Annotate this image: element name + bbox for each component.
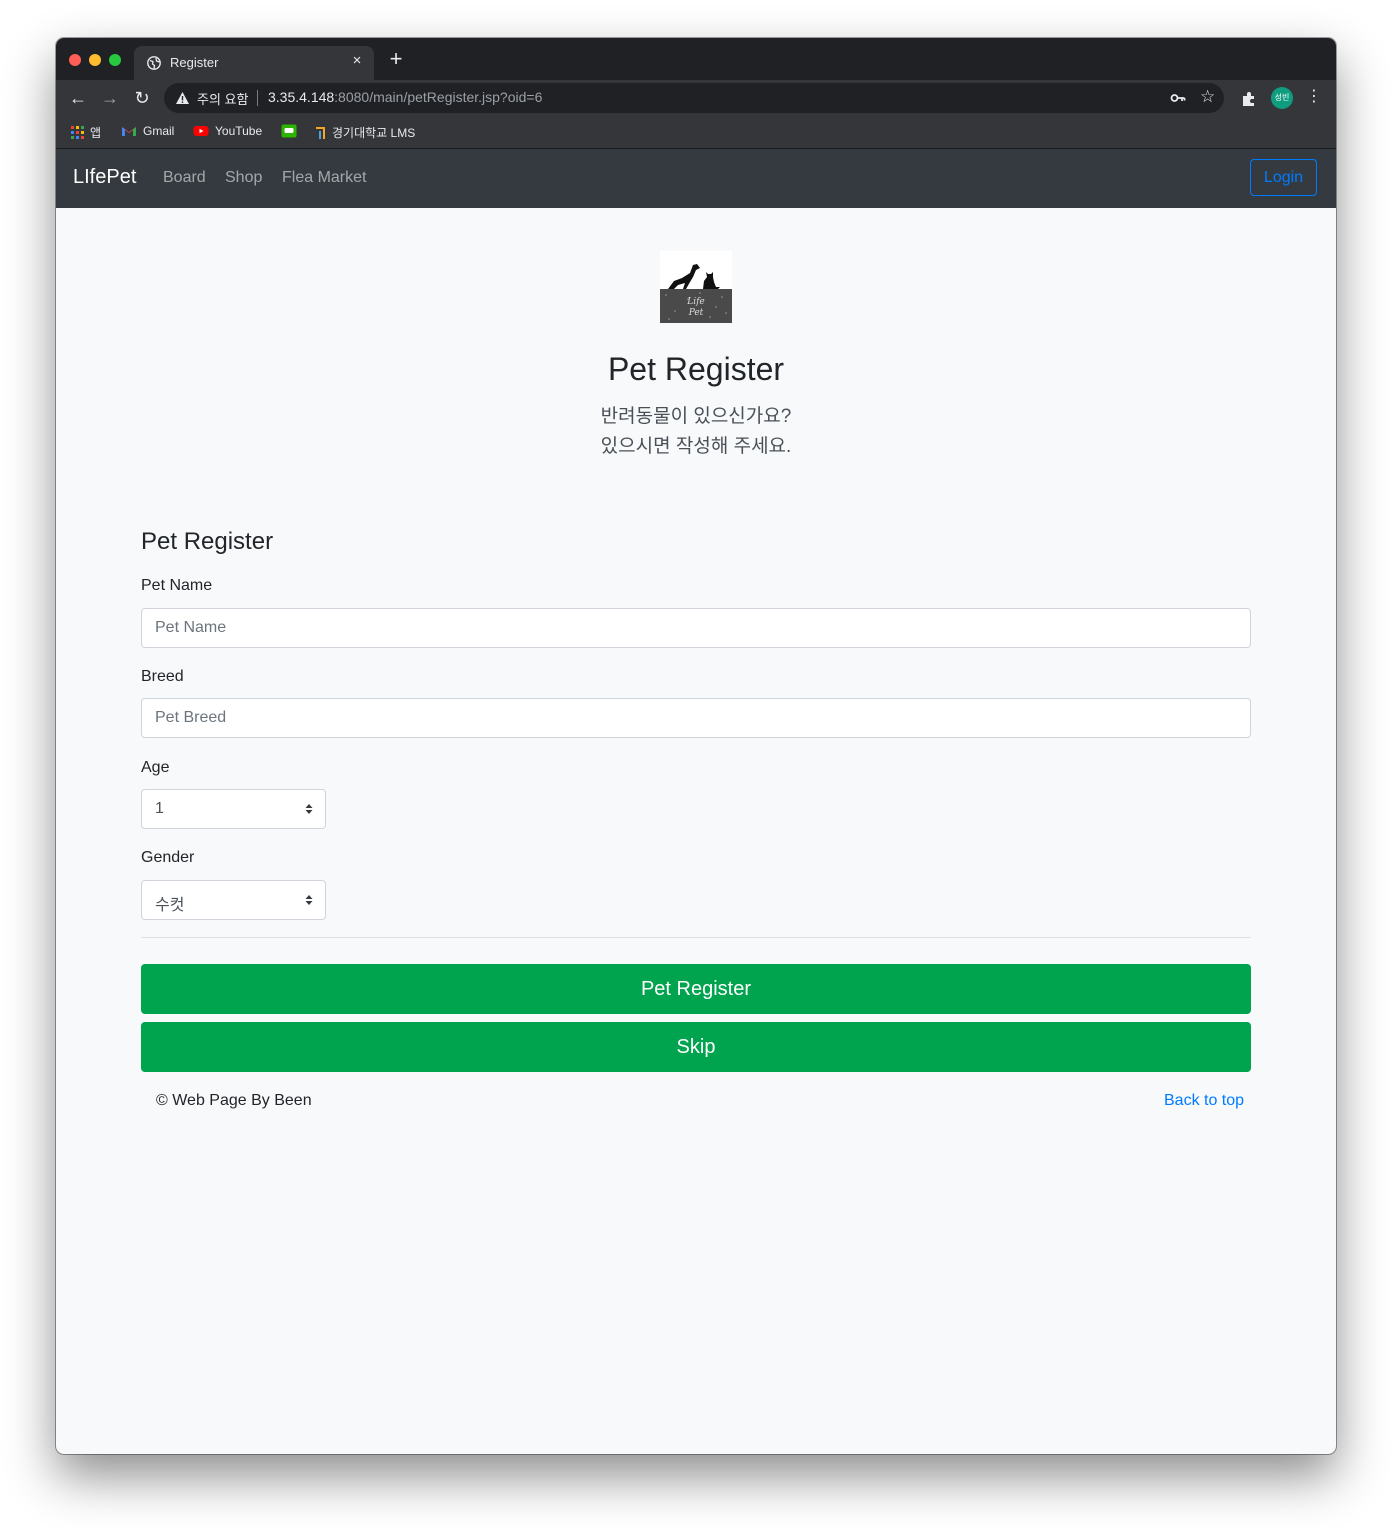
- browser-tab-register[interactable]: Register ×: [134, 46, 374, 80]
- breed-label: Breed: [141, 668, 184, 685]
- back-arrow-icon[interactable]: ←: [67, 87, 89, 109]
- url-host: 3.35.4.148: [268, 89, 335, 105]
- bookmark-label: YouTube: [215, 124, 263, 138]
- breed-placeholder: Pet Breed: [155, 709, 227, 726]
- address-bar[interactable]: 주의 요함 3.35.4.148:8080/main/petRegister.j…: [164, 83, 1224, 113]
- profile-avatar[interactable]: 성빈: [1271, 87, 1293, 109]
- pet-register-button[interactable]: Pet Register: [141, 964, 1251, 1014]
- address-separator: [257, 90, 258, 106]
- age-select[interactable]: 1: [141, 789, 326, 829]
- skip-button[interactable]: Skip: [141, 1022, 1251, 1072]
- bookmark-label: Gmail: [143, 124, 175, 138]
- brand-logo-text[interactable]: LIfePet: [73, 166, 136, 189]
- footer-copyright: © Web Page By Been: [156, 1092, 312, 1109]
- nav-link-shop[interactable]: Shop: [225, 169, 262, 187]
- bookmark-chat[interactable]: [281, 124, 297, 138]
- minimize-window-button[interactable]: [89, 54, 101, 66]
- url-text[interactable]: 3.35.4.148:8080/main/petRegister.jsp?oid…: [268, 89, 542, 105]
- key-icon[interactable]: [1170, 91, 1186, 105]
- nav-link-board[interactable]: Board: [163, 169, 206, 187]
- age-label: Age: [141, 759, 170, 776]
- gender-selected-value: 수컷: [155, 897, 185, 914]
- tab-strip: Register × +: [56, 38, 1336, 80]
- select-arrows-icon: [305, 804, 313, 814]
- bookmark-label: 경기대학교 LMS: [332, 126, 416, 140]
- bookmarks-bar: 앱 Gmail YouTube 경기대학교 LMS: [56, 116, 1336, 149]
- hero-subtitle-line1: 반려동물이 있으신가요?: [600, 406, 792, 427]
- back-to-top-link[interactable]: Back to top: [1164, 1092, 1244, 1110]
- maximize-window-button[interactable]: [109, 54, 121, 66]
- bookmark-youtube[interactable]: YouTube: [193, 124, 262, 138]
- extensions-puzzle-icon[interactable]: [1241, 91, 1257, 107]
- svg-text:Pet: Pet: [688, 308, 704, 318]
- bookmark-lms[interactable]: 경기대학교 LMS: [314, 124, 415, 141]
- new-tab-button[interactable]: +: [386, 48, 406, 70]
- breed-input[interactable]: Pet Breed: [141, 698, 1251, 738]
- nav-link-flea-market[interactable]: Flea Market: [282, 169, 366, 187]
- browser-menu-icon[interactable]: ⋮: [1306, 86, 1322, 106]
- apps-icon: [71, 126, 84, 139]
- hero-title: Pet Register: [607, 351, 785, 387]
- bookmark-apps[interactable]: 앱: [71, 124, 101, 141]
- warning-icon: [176, 92, 189, 104]
- bookmark-gmail[interactable]: Gmail: [121, 124, 174, 138]
- bookmark-label: 앱: [90, 126, 102, 140]
- lifepet-logo-image: Life Pet: [660, 251, 732, 323]
- site-navbar: LIfePet Board Shop Flea Market Login: [56, 149, 1336, 208]
- age-selected-value: 1: [155, 800, 164, 817]
- pet-name-input[interactable]: Pet Name: [141, 608, 1251, 648]
- star-bookmark-icon[interactable]: ☆: [1200, 87, 1215, 107]
- pet-name-label: Pet Name: [141, 577, 213, 594]
- reload-icon[interactable]: ↻: [131, 87, 153, 109]
- hero-subtitle-line2: 있으시면 작성해 주세요.: [600, 436, 792, 457]
- browser-toolbar: ← → ↻ 주의 요함 3.35.4.148:8080/main/petRegi…: [56, 80, 1336, 116]
- globe-icon: [147, 56, 161, 70]
- browser-window: Register × + ← → ↻ 주의 요함 3.35.4.148:8080…: [56, 38, 1336, 1454]
- url-path: :8080/main/petRegister.jsp?oid=6: [334, 89, 543, 105]
- tab-title: Register: [170, 55, 219, 70]
- gmail-icon: [122, 127, 136, 136]
- security-warning-text[interactable]: 주의 요함: [197, 89, 248, 108]
- youtube-icon: [193, 126, 209, 136]
- svg-text:Life: Life: [686, 297, 705, 307]
- form-title: Pet Register: [141, 528, 274, 555]
- lms-icon: [316, 126, 325, 139]
- forward-arrow-icon[interactable]: →: [99, 87, 121, 109]
- form-divider: [141, 937, 1251, 938]
- pet-name-placeholder: Pet Name: [155, 619, 227, 636]
- login-button[interactable]: Login: [1250, 159, 1317, 196]
- gender-select[interactable]: 수컷: [141, 880, 326, 920]
- close-window-button[interactable]: [69, 54, 81, 66]
- tab-close-icon[interactable]: ×: [348, 52, 366, 69]
- chat-icon: [281, 124, 297, 138]
- window-controls: [69, 54, 121, 66]
- select-arrows-icon: [305, 895, 313, 905]
- gender-label: Gender: [141, 849, 195, 866]
